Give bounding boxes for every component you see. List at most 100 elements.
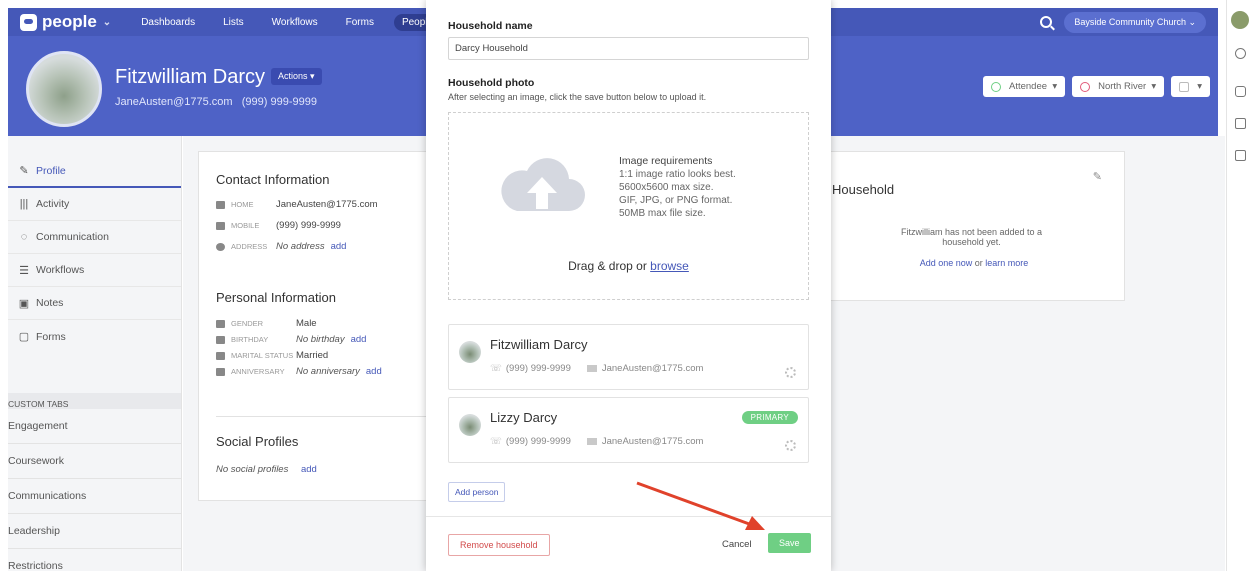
- people-logo-icon: [20, 13, 37, 31]
- household-card-title: Household: [832, 182, 895, 197]
- sidebar-item-label: Forms: [36, 330, 66, 343]
- sidebar-item-label: Profile: [36, 164, 66, 177]
- profile-contact: JaneAusten@1775.com (999) 999-9999: [115, 96, 317, 108]
- gear-icon[interactable]: [785, 440, 796, 451]
- member-name: Fitzwilliam Darcy: [490, 337, 588, 352]
- browse-link[interactable]: browse: [650, 259, 689, 273]
- add-social-link[interactable]: add: [301, 464, 317, 475]
- shield-icon: [1179, 81, 1190, 92]
- gender-row: GENDER Male: [216, 318, 456, 329]
- custom-tab-leadership[interactable]: Leadership: [8, 514, 181, 549]
- anniversary-row: ANNIVERSARY No anniversary add: [216, 366, 456, 377]
- member-phone: (999) 999-9999: [505, 363, 571, 374]
- address-value: No address: [276, 241, 325, 252]
- chat-icon[interactable]: [1235, 150, 1246, 161]
- photo-dropzone[interactable]: Image requirements 1:1 image ratio looks…: [448, 112, 809, 300]
- custom-tab-coursework[interactable]: Coursework: [8, 444, 181, 479]
- custom-tab-engagement[interactable]: Engagement: [8, 409, 181, 444]
- list-icon: ☰: [19, 264, 29, 277]
- sidebar-item-label: Communication: [36, 231, 109, 243]
- address-label: ADDRESS: [231, 242, 268, 251]
- mobile-label: MOBILE: [231, 221, 260, 230]
- member-phone: (999) 999-9999: [505, 436, 571, 447]
- social-empty: No social profiles: [216, 464, 289, 475]
- sidebar-item-notes[interactable]: ▣ Notes: [8, 287, 181, 320]
- home-row: HOME JaneAusten@1775.com: [216, 199, 456, 210]
- mobile-phone[interactable]: (999) 999-9999: [276, 220, 341, 231]
- person-icon: [991, 81, 1001, 92]
- add-person-button[interactable]: Add person: [448, 482, 506, 502]
- home-email[interactable]: JaneAusten@1775.com: [276, 199, 378, 210]
- user-avatar[interactable]: [1231, 11, 1249, 29]
- custom-tab-communications[interactable]: Communications: [8, 479, 181, 514]
- save-button[interactable]: Save: [768, 533, 811, 553]
- requirement-format: GIF, JPG, or PNG format.: [619, 195, 733, 206]
- personal-info-title: Personal Information: [216, 290, 336, 305]
- sidebar-item-label: Workflows: [36, 264, 85, 276]
- tasks-icon[interactable]: [1235, 118, 1246, 129]
- custom-tabs-heading: CUSTOM TABS: [8, 393, 181, 409]
- drag-drop-text: Drag & drop or browse: [449, 259, 808, 273]
- birthday-value: No birthday: [296, 334, 345, 345]
- nav-link-dashboards[interactable]: Dashboards: [133, 14, 203, 31]
- logo-text: people: [42, 12, 97, 31]
- cake-icon: [216, 335, 225, 344]
- member-name: Lizzy Darcy: [490, 410, 558, 425]
- app-logo[interactable]: people ⌄: [20, 12, 111, 32]
- edit-pencil-icon[interactable]: ✎: [1093, 170, 1102, 183]
- add-address-link[interactable]: add: [331, 241, 347, 252]
- learn-more-link[interactable]: learn more: [985, 258, 1028, 268]
- marital-row: MARITAL STATUS Married: [216, 350, 456, 361]
- phone-icon: ☏: [490, 363, 502, 374]
- add-birthday-link[interactable]: add: [351, 334, 367, 345]
- sidebar-item-communication[interactable]: ◌ Communication: [8, 221, 181, 254]
- home-label: HOME: [231, 200, 254, 209]
- pencil-icon: ✎: [19, 165, 29, 177]
- sidebar-item-activity[interactable]: ||| Activity: [8, 188, 181, 221]
- marital-label: MARITAL STATUS: [231, 351, 294, 360]
- divider: [216, 416, 436, 417]
- info-card: Contact Information HOME JaneAusten@1775…: [198, 151, 458, 501]
- sidebar-item-profile[interactable]: ✎ Profile: [8, 155, 181, 188]
- sidebar-item-label: Activity: [36, 198, 70, 210]
- anniversary-label: ANNIVERSARY: [231, 367, 285, 376]
- org-switcher[interactable]: Bayside Community Church ⌄: [1064, 11, 1206, 33]
- person-icon: [216, 319, 225, 328]
- or-text: or: [974, 258, 983, 268]
- phone-icon: ☏: [490, 436, 502, 447]
- attendee-button[interactable]: Attendee ▾: [983, 76, 1066, 97]
- contact-info-title: Contact Information: [216, 172, 330, 187]
- nav-link-lists[interactable]: Lists: [215, 14, 252, 31]
- notifications-icon[interactable]: [1235, 86, 1246, 97]
- help-icon[interactable]: [1235, 48, 1246, 59]
- add-anniversary-link[interactable]: add: [366, 366, 382, 377]
- phone-icon: [216, 221, 225, 230]
- org-name: Bayside Community Church: [1074, 16, 1186, 27]
- household-photo-hint: After selecting an image, click the save…: [448, 92, 707, 102]
- household-member-card: Fitzwilliam Darcy ☏ (999) 999-9999 JaneA…: [448, 324, 809, 390]
- cancel-button[interactable]: Cancel: [722, 539, 752, 550]
- member-avatar: [459, 341, 481, 363]
- household-member-card: Lizzy Darcy PRIMARY ☏ (999) 999-9999 Jan…: [448, 397, 809, 463]
- note-icon: ▣: [18, 297, 30, 310]
- actions-button[interactable]: Actions ▾: [271, 68, 322, 85]
- status-button[interactable]: ▾: [1171, 76, 1210, 97]
- nav-link-forms[interactable]: Forms: [338, 14, 382, 31]
- custom-tab-restrictions[interactable]: Restrictions: [8, 549, 181, 571]
- email-icon: [216, 200, 225, 209]
- household-name-input[interactable]: Darcy Household: [448, 37, 809, 60]
- add-household-link[interactable]: Add one now: [920, 258, 973, 268]
- search-icon[interactable]: [1040, 16, 1053, 28]
- sidebar-item-workflows[interactable]: ☰ Workflows: [8, 254, 181, 287]
- mobile-row: MOBILE (999) 999-9999: [216, 220, 456, 231]
- nav-link-workflows[interactable]: Workflows: [264, 14, 326, 31]
- remove-household-button[interactable]: Remove household: [448, 534, 550, 556]
- requirement-filesize: 50MB max file size.: [619, 208, 706, 219]
- actions-label: Actions: [278, 71, 308, 81]
- campus-button[interactable]: North River ▾: [1072, 76, 1165, 97]
- member-email: JaneAusten@1775.com: [601, 436, 704, 447]
- gear-icon[interactable]: [785, 367, 796, 378]
- modal-footer: Remove household Cancel Save: [426, 516, 831, 571]
- location-pin-icon: [1080, 81, 1091, 92]
- sidebar-item-forms[interactable]: ▢ Forms: [8, 320, 181, 353]
